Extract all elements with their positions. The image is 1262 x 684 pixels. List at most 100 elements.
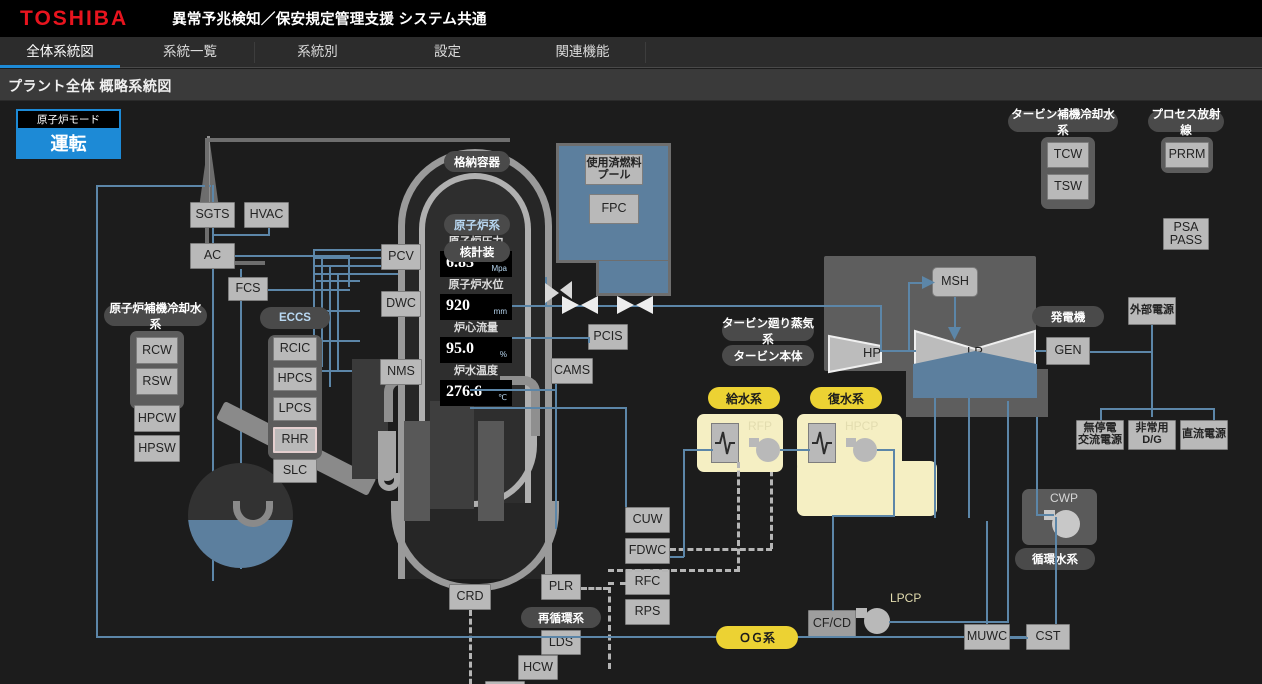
tab-divider — [645, 42, 646, 63]
pipe-condenser-drain-1 — [1007, 401, 1009, 621]
gauge-coreflow[interactable]: 95.0 % — [440, 337, 512, 363]
pipe-main-steam — [512, 305, 822, 307]
pill-feedwater[interactable]: 給水系 — [708, 387, 780, 409]
msh-box[interactable]: MSH — [932, 267, 978, 297]
pipe-power-bus-vertical — [1151, 325, 1153, 417]
pill-reactor-system[interactable]: 原子炉系 — [444, 214, 510, 235]
hpcs-box[interactable]: HPCS — [273, 367, 317, 391]
pill-process-radiation[interactable]: プロセス放射線 — [1148, 109, 1224, 137]
fcs-box[interactable]: FCS — [228, 277, 268, 301]
pipe-to-cfcd — [832, 515, 894, 517]
pill-recirculation[interactable]: 再循環系 — [521, 607, 601, 628]
pipe-feedwater-riser — [683, 449, 685, 557]
rps-box[interactable]: RPS — [625, 599, 670, 625]
tab-overall-diagram[interactable]: 全体系統図 — [0, 37, 120, 68]
rcic-box[interactable]: RCIC — [273, 337, 317, 361]
tab-related-features[interactable]: 関連機能 — [520, 37, 645, 68]
pipe-cuw-left — [470, 407, 625, 409]
gauge-temperature[interactable]: 276.6 ℃ — [440, 380, 512, 406]
gauge-coreflow-unit: % — [499, 350, 507, 359]
cfcd-box[interactable]: CF/CD — [808, 610, 856, 638]
pipe-power-bus-horizontal — [1100, 408, 1214, 410]
emergency-dg-box[interactable]: 非常用 D/G — [1128, 420, 1176, 450]
lds-box[interactable]: LDS — [541, 630, 581, 655]
crd-box[interactable]: CRD — [449, 584, 491, 610]
hpcp-label: HPCP — [845, 419, 879, 433]
rfp-label: RFP — [748, 419, 772, 433]
plr-box[interactable]: PLR — [541, 574, 581, 600]
pipe-cfcd-riser — [832, 515, 834, 611]
msiv-valve-inner-icon — [562, 296, 598, 314]
rcw-box[interactable]: RCW — [136, 337, 178, 364]
pipe-feed-in — [683, 449, 713, 451]
condensate-panel-lower — [797, 461, 937, 516]
page-subheader: プラント全体 概略系統図 — [0, 69, 1262, 101]
spent-fuel-pool-box[interactable]: 使用済燃料 プール — [585, 154, 643, 185]
fdwc-box[interactable]: FDWC — [625, 538, 670, 564]
pcv-box[interactable]: PCV — [381, 244, 421, 270]
hpsw-box[interactable]: HPSW — [134, 435, 180, 462]
rfc-box[interactable]: RFC — [625, 569, 670, 595]
app-title: 異常予兆検知／保安規定管理支援 システム共通 — [172, 12, 487, 28]
fpc-box[interactable]: FPC — [589, 194, 639, 224]
tab-settings[interactable]: 設定 — [390, 37, 505, 68]
dash-rfp-left — [608, 569, 740, 572]
pill-eccs[interactable]: ECCS — [260, 307, 330, 329]
pipe-eccs-riser-3 — [329, 265, 331, 387]
pill-containment[interactable]: 格納容器 — [444, 151, 510, 172]
slc-box[interactable]: SLC — [273, 459, 317, 483]
pill-condensate[interactable]: 復水系 — [810, 387, 882, 409]
pipe-hp-to-msh-riser — [908, 282, 910, 352]
pipe-cwp-riser — [1036, 417, 1038, 515]
tab-by-system[interactable]: 系統別 — [260, 37, 375, 68]
pill-turbine-aux-cooling[interactable]: タービン補機冷却水系 — [1008, 109, 1118, 137]
psa-pass-box[interactable]: PSA PASS — [1163, 218, 1209, 250]
pill-turbine-steam[interactable]: タービン廻り蒸気系 — [722, 318, 814, 346]
external-power-box[interactable]: 外部電源 — [1128, 297, 1176, 325]
pipe-hvac-to-ac — [212, 234, 270, 236]
cams-box[interactable]: CAMS — [551, 358, 593, 384]
tab-system-list[interactable]: 系統一覧 — [130, 37, 250, 68]
pipe-hpcp-down — [893, 449, 895, 517]
ac-box[interactable]: AC — [190, 243, 235, 269]
prrm-box[interactable]: PRRM — [1165, 142, 1209, 168]
hvac-box[interactable]: HVAC — [244, 202, 289, 228]
reactor-mode-indicator[interactable]: 原子炉モード 運転 — [16, 109, 121, 159]
gauge-label-level: 原子炉水位 — [448, 279, 504, 291]
pill-nuclear-instrumentation[interactable]: 核計装 — [444, 241, 510, 262]
tcw-box[interactable]: TCW — [1047, 142, 1089, 168]
gauge-coreflow-value: 95.0 — [446, 340, 474, 357]
rsw-box[interactable]: RSW — [136, 368, 178, 395]
lpcp-label: LPCP — [890, 591, 922, 605]
pill-generator[interactable]: 発電機 — [1032, 306, 1104, 327]
reactor-building-wall-top — [205, 138, 510, 142]
nms-box[interactable]: NMS — [380, 359, 422, 385]
pipe-feedwater-join — [670, 556, 684, 558]
cst-box[interactable]: CST — [1026, 624, 1070, 650]
page-title: プラント全体 概略系統図 — [8, 78, 172, 94]
pill-reactor-aux-cooling[interactable]: 原子炉補機冷却水系 — [104, 303, 207, 331]
pipe-hpcs-out — [316, 280, 360, 282]
pipe-lpcp-out — [889, 621, 1009, 623]
muwc-box[interactable]: MUWC — [964, 624, 1010, 650]
cuw-box[interactable]: CUW — [625, 507, 670, 533]
dc-power-box[interactable]: 直流電源 — [1180, 420, 1228, 450]
pill-turbine-body[interactable]: タービン本体 — [722, 345, 814, 366]
pipe-feed-to-cond — [780, 449, 810, 451]
pcis-box[interactable]: PCIS — [588, 324, 628, 350]
dash-rfp-down — [737, 462, 740, 572]
gen-box[interactable]: GEN — [1046, 337, 1090, 365]
tsw-box[interactable]: TSW — [1047, 174, 1089, 200]
gauge-level[interactable]: 920 mm — [440, 294, 512, 320]
msiv-valve-outer-icon — [617, 296, 653, 314]
hcw-box[interactable]: HCW — [518, 655, 558, 680]
rhr-box[interactable]: RHR — [273, 427, 317, 453]
gauge-temperature-unit: ℃ — [498, 393, 507, 402]
dwc-box[interactable]: DWC — [381, 291, 421, 317]
hpcw-box[interactable]: HPCW — [134, 405, 180, 432]
ups-ac-box[interactable]: 無停電 交流電源 — [1076, 420, 1124, 450]
lpcs-box[interactable]: LPCS — [273, 397, 317, 421]
pill-og-system[interactable]: ＯＧ系 — [716, 626, 798, 649]
pipe-gen-to-bus — [1090, 351, 1152, 353]
sgts-box[interactable]: SGTS — [190, 202, 235, 228]
